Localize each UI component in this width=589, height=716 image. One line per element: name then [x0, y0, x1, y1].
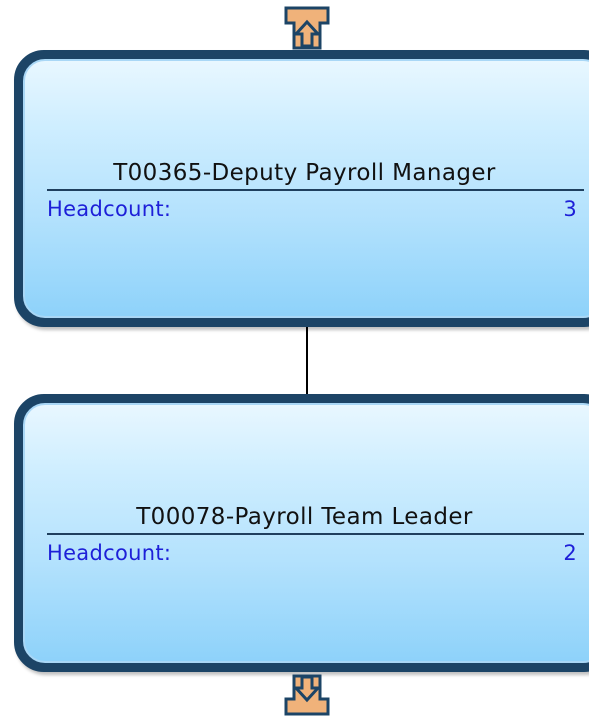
- org-node-body: T00078-Payroll Team Leader Headcount: 2: [23, 403, 589, 663]
- org-chart-canvas: T00365-Deputy Payroll Manager Headcount:…: [0, 0, 589, 716]
- node-divider: [47, 533, 584, 535]
- arrow-down-icon: [284, 674, 330, 716]
- node-title: T00078-Payroll Team Leader: [136, 504, 473, 530]
- headcount-value: 2: [563, 541, 577, 565]
- node-divider: [47, 189, 584, 191]
- expand-down-button[interactable]: [284, 674, 330, 716]
- arrow-up-icon: [284, 6, 330, 50]
- org-node-body: T00365-Deputy Payroll Manager Headcount:…: [23, 59, 589, 318]
- node-title: T00365-Deputy Payroll Manager: [113, 160, 496, 186]
- expand-up-button[interactable]: [284, 6, 330, 50]
- connector-line: [306, 327, 308, 397]
- headcount-label: Headcount:: [47, 197, 172, 221]
- org-node-deputy-payroll-manager[interactable]: T00365-Deputy Payroll Manager Headcount:…: [14, 50, 589, 327]
- headcount-value: 3: [563, 197, 577, 221]
- org-node-payroll-team-leader[interactable]: T00078-Payroll Team Leader Headcount: 2: [14, 394, 589, 672]
- headcount-label: Headcount:: [47, 541, 172, 565]
